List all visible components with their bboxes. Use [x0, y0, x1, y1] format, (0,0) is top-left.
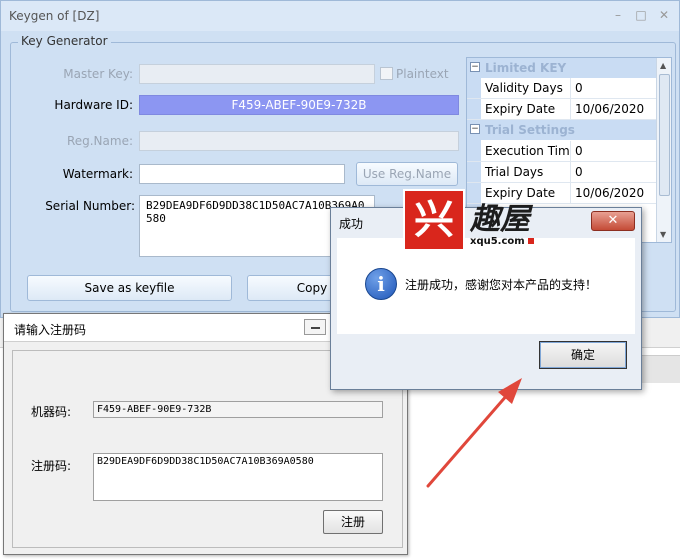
- annotation-arrow: [426, 378, 522, 488]
